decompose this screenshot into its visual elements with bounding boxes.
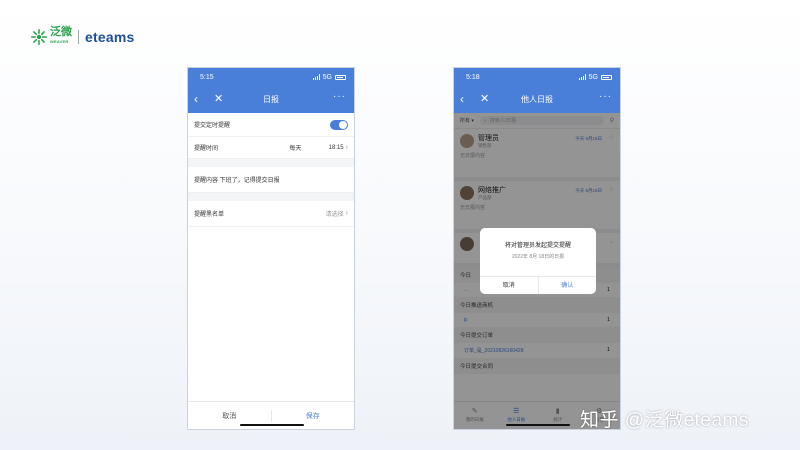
back-icon[interactable]: ‹ <box>460 92 464 106</box>
home-indicator <box>240 424 304 426</box>
save-button[interactable]: 保存 <box>272 411 355 421</box>
logo-divider <box>78 30 79 44</box>
more-icon[interactable]: ··· <box>333 91 346 102</box>
back-icon[interactable]: ‹ <box>194 92 198 106</box>
submit-reminder-row: 提交定时提醒 <box>188 113 354 137</box>
chevron-right-icon: › <box>345 210 348 217</box>
remind-content-text: 提醒内容 下班了，记得提交日报 <box>194 178 280 184</box>
page-title: 他人日报 <box>521 95 553 104</box>
chevron-right-icon: › <box>345 144 348 151</box>
close-icon[interactable]: ✕ <box>480 92 489 106</box>
status-time: 5:18 <box>466 73 480 81</box>
remind-time-label: 提醒时间 <box>194 146 219 152</box>
dialog-title: 将对管理员发起提交提醒 <box>504 243 571 249</box>
dialog-subtitle: 2022年 8月 18日的日报 <box>511 254 565 260</box>
watermark-text: 知乎 @泛微eteams <box>580 410 749 431</box>
blacklist-value: 请选择 <box>325 212 344 218</box>
dialog-cancel-button[interactable]: 取消 <box>480 277 539 294</box>
brand-en: eteams <box>85 29 135 45</box>
battery-icon <box>601 74 612 80</box>
reminder-dialog: 将对管理员发起提交提醒 2022年 8月 18日的日报 取消 确认 <box>480 228 596 294</box>
dialog-confirm-button[interactable]: 确认 <box>539 277 597 294</box>
remind-content-row[interactable]: 提醒内容 下班了，记得提交日报 <box>188 167 354 193</box>
signal-icon <box>312 74 320 80</box>
phone-daily-report-settings: 5:15 5G ‹ ✕ 日报 ··· 提交定时提醒 提醒时间 每天 18:15 … <box>187 67 355 430</box>
battery-icon <box>335 74 346 80</box>
home-indicator <box>506 424 570 426</box>
remind-time-row[interactable]: 提醒时间 每天 18:15 › <box>188 137 354 159</box>
section-gap <box>188 159 354 167</box>
brand-cn: 泛微 WEAVER <box>50 26 72 45</box>
page-title: 日报 <box>263 95 279 104</box>
brand-logo: 泛微 WEAVER eteams <box>30 26 134 48</box>
phone-others-reports: 5:18 5G ‹ ✕ 他人日报 ··· 所有 ▾ ⌕ 搜索人/日报 ⚲ 管理员… <box>453 67 621 430</box>
remind-time-value: 18:15 <box>328 144 344 151</box>
signal-icon <box>578 74 586 80</box>
blacklist-label: 提醒黑名单 <box>194 212 225 218</box>
status-time: 5:15 <box>200 73 214 81</box>
status-bar: 5:15 5G <box>188 68 354 86</box>
submit-reminder-toggle[interactable] <box>330 119 348 130</box>
remind-frequency: 每天 <box>289 146 302 152</box>
network-label: 5G <box>588 73 598 81</box>
background <box>0 0 800 450</box>
status-bar: 5:18 5G <box>454 68 620 86</box>
submit-reminder-label: 提交定时提醒 <box>194 123 231 129</box>
blacklist-row[interactable]: 提醒黑名单 请选择 › <box>188 201 354 227</box>
close-icon[interactable]: ✕ <box>214 92 223 106</box>
section-gap <box>188 193 354 201</box>
cancel-button[interactable]: 取消 <box>188 411 271 421</box>
network-label: 5G <box>322 73 332 81</box>
weaver-logo-icon <box>30 28 48 46</box>
nav-bar: ‹ ✕ 日报 ··· <box>188 86 354 113</box>
nav-bar: ‹ ✕ 他人日报 ··· <box>454 86 620 113</box>
more-icon[interactable]: ··· <box>599 91 612 102</box>
